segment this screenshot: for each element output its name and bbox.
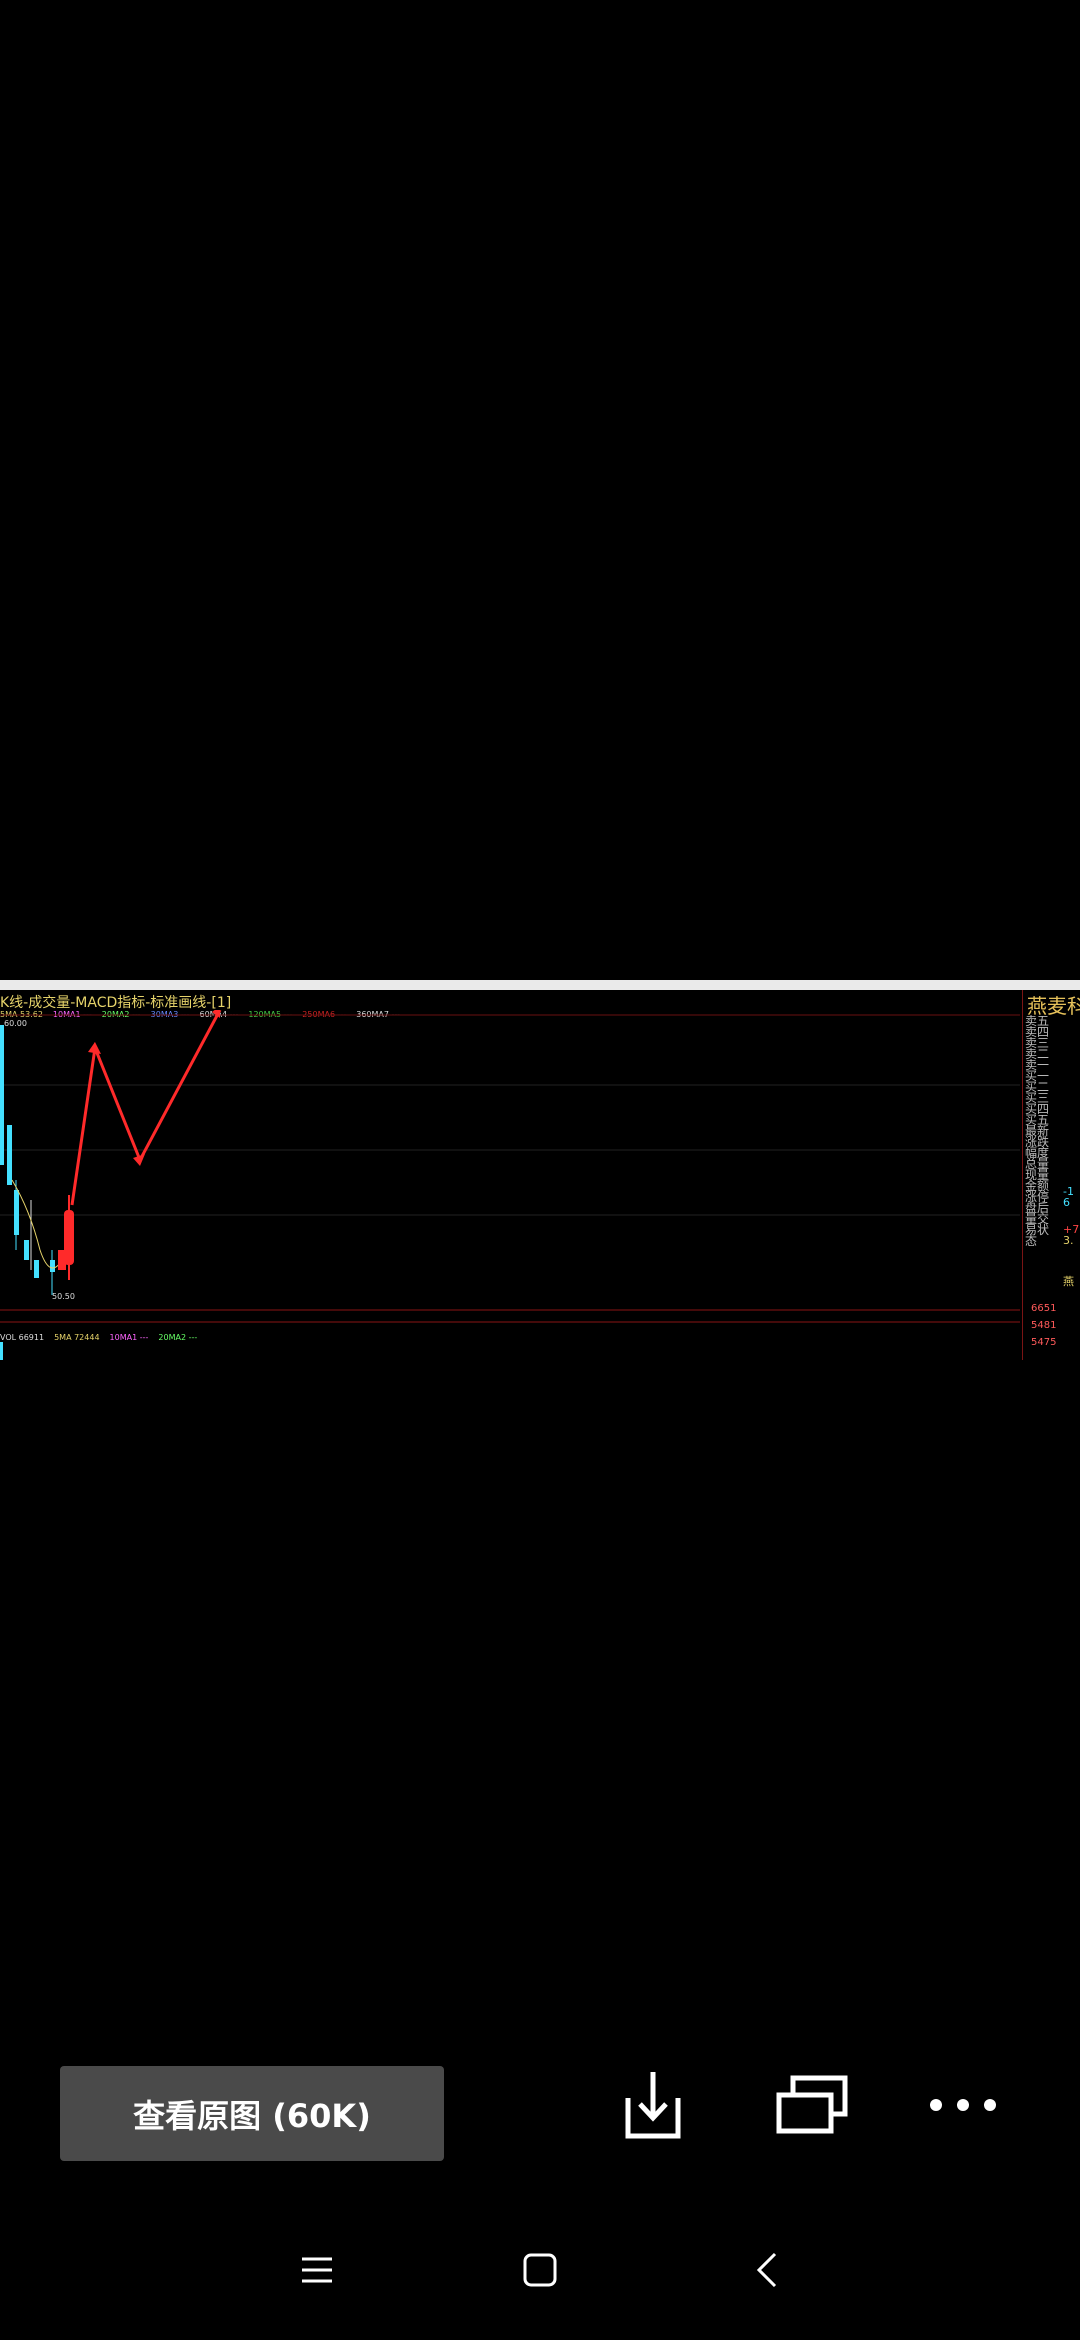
multi-window-icon [776, 2075, 848, 2134]
candlestick-chart: 60.00 50.50 [0, 1010, 1020, 1323]
volume-legend-item: VOL 66911 [0, 1333, 45, 1342]
multi-window-button[interactable] [762, 2060, 862, 2150]
nav-back-button[interactable] [732, 2240, 802, 2300]
quote-panel: 燕麦科 卖五卖四卖三卖二卖一买一买二买三买四买五最新涨跌幅度总量现量金额涨停盘后… [1022, 990, 1080, 1360]
volume-legend: VOL 66911 5MA 72444 10MA1 --- 20MA2 --- [0, 1333, 207, 1342]
candle [34, 1260, 39, 1278]
candle [24, 1240, 29, 1260]
quote-value: 6 [1063, 1196, 1070, 1209]
drawn-trend-line [70, 1010, 222, 1206]
nav-menu-button[interactable] [282, 2240, 352, 2300]
quote-value: 燕 [1063, 1275, 1074, 1288]
candle [7, 1125, 12, 1185]
quote-value: 3. [1063, 1234, 1074, 1247]
volume-legend-item: 10MA1 --- [109, 1333, 149, 1342]
price-box: 5475 [1031, 1337, 1057, 1348]
more-icon [930, 2099, 996, 2111]
price-box: 6651 [1031, 1303, 1057, 1314]
candle [0, 1025, 4, 1165]
back-icon [756, 2252, 777, 2288]
quote-labels: 卖五卖四卖三卖二卖一买一买二买三买四买五最新涨跌幅度总量现量金额涨停盘后量交易状… [1025, 1014, 1050, 1248]
menu-icon [302, 2257, 332, 2283]
volume-legend-item: 5MA 72444 [54, 1333, 100, 1342]
volume-bar [0, 1342, 3, 1360]
volume-legend-item: 20MA2 --- [158, 1333, 198, 1342]
price-boxes: 6651 5481 5475 [1031, 1300, 1056, 1351]
price-box: 5481 [1031, 1320, 1057, 1331]
price-high-label: 60.00 [4, 1019, 27, 1028]
home-icon [523, 2253, 557, 2287]
stock-chart-image[interactable]: K线-成交量-MACD指标-标准画线-[1] 5MA 53.62 10MA1 --… [0, 980, 1080, 1360]
price-low-label: 50.50 [52, 1292, 75, 1301]
nav-home-button[interactable] [505, 2240, 575, 2300]
more-button[interactable] [918, 2060, 1008, 2150]
view-original-button[interactable]: 查看原图 (60K) [60, 2066, 444, 2161]
chart-title: K线-成交量-MACD指标-标准画线-[1] [0, 995, 232, 1011]
download-icon [625, 2072, 681, 2139]
ma-line [11, 1179, 63, 1269]
download-button[interactable] [608, 2060, 698, 2150]
quote-values: -1 6 +72 3. 燕 [1063, 1016, 1080, 1287]
